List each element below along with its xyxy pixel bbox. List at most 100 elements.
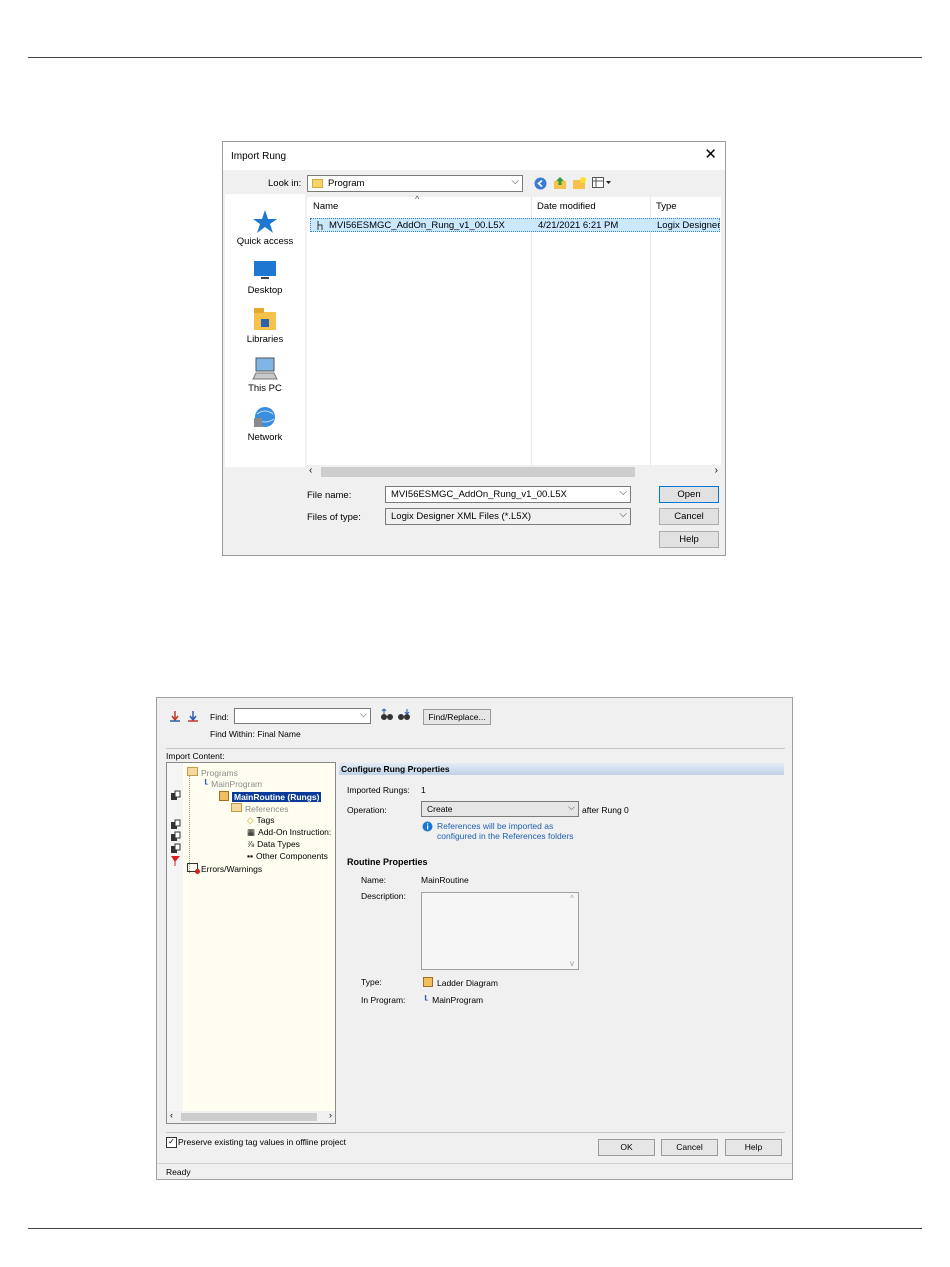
name-value: MainRoutine: [421, 875, 469, 885]
imported-rungs-label: Imported Rungs:: [347, 785, 410, 795]
star-icon: [253, 210, 277, 233]
aoi-icon: ▦: [247, 827, 256, 837]
preserve-tag-values-label: Preserve existing tag values in offline …: [178, 1137, 347, 1147]
tree-node-references[interactable]: References: [231, 803, 288, 814]
name-label: Name:: [361, 875, 387, 885]
title-bar: Import Rung ✕: [223, 142, 725, 170]
help-button[interactable]: Help: [725, 1139, 782, 1156]
file-name-input[interactable]: MVI56ESMGC_AddOn_Rung_v1_00.L5X ⌵: [385, 486, 631, 503]
tree-horizontal-scrollbar[interactable]: ‹ ›: [167, 1110, 335, 1123]
column-header-name[interactable]: Name: [313, 201, 338, 212]
tree-node-other-components[interactable]: ▪▪ Other Components: [247, 851, 328, 861]
tree-node-main-routine[interactable]: MainRoutine (Rungs): [219, 791, 322, 802]
in-program-value: ┖ MainProgram: [423, 995, 484, 1005]
file-row[interactable]: MVI56ESMGC_AddOn_Rung_v1_00.L5X 4/21/202…: [310, 218, 720, 232]
errors-icon: [187, 863, 200, 874]
tree-node-main-program[interactable]: ┖ MainProgram: [203, 779, 262, 790]
column-header-type[interactable]: Type: [656, 201, 677, 212]
import-content-tree[interactable]: Programs ┖ MainProgram MainRoutine (Rungs…: [166, 762, 336, 1124]
network-icon: [254, 407, 275, 427]
close-icon[interactable]: ✕: [704, 147, 717, 162]
data-type-icon: ⅞: [247, 839, 255, 849]
view-menu-icon[interactable]: [592, 177, 612, 189]
help-button[interactable]: Help: [659, 531, 719, 548]
find-up-binoculars-icon[interactable]: [380, 708, 394, 722]
import-rung-dialog: Import Rung ✕ Look in: Program ⌵ Quick a…: [222, 141, 726, 556]
preserve-tag-values-checkbox[interactable]: ✓: [166, 1137, 177, 1148]
scroll-right-icon[interactable]: ›: [715, 465, 718, 476]
ladder-diagram-icon: [423, 977, 433, 987]
place-libraries[interactable]: Libraries: [225, 306, 305, 345]
scroll-left-icon[interactable]: ‹: [170, 1110, 173, 1120]
sort-indicator-icon: ^: [415, 194, 420, 204]
file-list[interactable]: ^ Name Date modified Type MVI56ESMGC_Add…: [307, 194, 721, 465]
cancel-button[interactable]: Cancel: [659, 508, 719, 525]
tree-node-errors-warnings[interactable]: Errors/Warnings: [187, 863, 262, 874]
type-label: Type:: [361, 977, 382, 987]
info-text-line1: References will be imported as: [437, 821, 554, 831]
file-type-select[interactable]: Logix Designer XML Files (*.L5X) ⌵: [385, 508, 631, 525]
file-type-label: Files of type:: [307, 512, 361, 523]
look-in-select[interactable]: Program ⌵: [307, 175, 523, 192]
tree-node-programs[interactable]: Programs: [187, 767, 238, 778]
top-rule: [28, 57, 922, 58]
place-desktop[interactable]: Desktop: [225, 257, 305, 296]
column-header-date[interactable]: Date modified: [537, 201, 596, 212]
scroll-down-icon[interactable]: v: [570, 959, 574, 968]
database-status-icon: [171, 790, 181, 800]
place-network[interactable]: Network: [225, 404, 305, 443]
program-icon: ┖: [203, 779, 209, 789]
database-status-icon: [171, 819, 181, 829]
place-quick-access[interactable]: Quick access: [225, 208, 305, 247]
description-textarea[interactable]: ^ v: [421, 892, 579, 970]
places-bar: Quick access Desktop Libraries This PC N…: [225, 194, 305, 467]
find-next-icon[interactable]: [187, 710, 199, 722]
ok-button[interactable]: OK: [598, 1139, 655, 1156]
file-name-label: File name:: [307, 490, 352, 501]
chevron-down-icon: ⌵: [511, 176, 519, 187]
tag-icon: ◇: [247, 815, 254, 825]
look-in-label: Look in:: [268, 178, 302, 189]
find-previous-icon[interactable]: [169, 710, 181, 722]
program-icon: ┖: [423, 995, 429, 1005]
chevron-down-icon: ⌵: [568, 802, 575, 812]
find-input[interactable]: ⌵: [234, 708, 371, 724]
find-down-binoculars-icon[interactable]: [397, 708, 411, 722]
in-program-label: In Program:: [361, 995, 406, 1005]
chevron-down-icon: ⌵: [360, 709, 367, 719]
bottom-rule: [28, 1228, 922, 1229]
type-value: Ladder Diagram: [423, 977, 498, 988]
new-folder-icon[interactable]: [572, 176, 586, 190]
cancel-button[interactable]: Cancel: [661, 1139, 718, 1156]
horizontal-scrollbar[interactable]: ‹ ›: [307, 465, 721, 479]
scroll-left-icon[interactable]: ‹: [309, 465, 312, 476]
scroll-right-icon[interactable]: ›: [329, 1110, 332, 1120]
imported-rungs-value: 1: [421, 785, 426, 795]
database-status-icon: [171, 843, 181, 853]
database-status-icon: [171, 831, 181, 841]
up-folder-icon[interactable]: [553, 176, 567, 190]
description-label: Description:: [361, 891, 406, 901]
find-within-text: Find Within: Final Name: [210, 729, 301, 739]
back-icon[interactable]: [534, 177, 547, 190]
import-content-label: Import Content:: [166, 751, 225, 761]
find-replace-button[interactable]: Find/Replace...: [423, 709, 491, 725]
operation-select[interactable]: Create ⌵: [421, 801, 579, 817]
configure-rung-header: Configure Rung Properties: [339, 763, 784, 775]
tree-node-add-on-instructions[interactable]: ▦ Add-On Instruction:: [247, 827, 331, 838]
status-bar-text: Ready: [166, 1167, 191, 1177]
open-button[interactable]: Open: [659, 486, 719, 503]
place-this-pc[interactable]: This PC: [225, 355, 305, 394]
chevron-down-icon: ⌵: [619, 487, 627, 498]
routine-properties-header: Routine Properties: [347, 857, 428, 867]
info-icon: [422, 821, 433, 832]
tree-node-data-types[interactable]: ⅞ Data Types: [247, 839, 300, 849]
computer-icon: [252, 357, 278, 380]
tree-node-tags[interactable]: ◇ Tags: [247, 815, 275, 826]
routine-icon: [219, 791, 229, 801]
scroll-up-icon[interactable]: ^: [570, 894, 574, 903]
import-configuration-dialog: Find: ⌵ Find/Replace... Find Within: Fin…: [156, 697, 793, 1180]
chevron-down-icon: ⌵: [619, 509, 627, 520]
component-icon: ▪▪: [247, 851, 254, 861]
error-flag-icon: [171, 856, 180, 866]
